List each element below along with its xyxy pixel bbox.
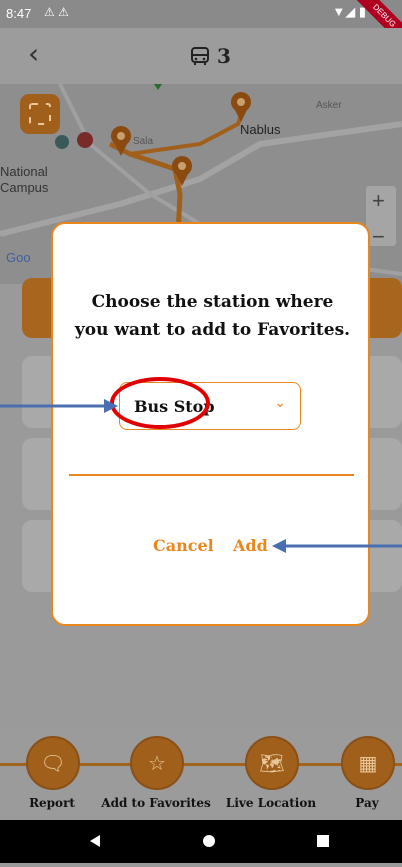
annotation-arrowhead [272, 539, 286, 553]
annotation-arrowhead [104, 399, 118, 413]
annotation-arrows [0, 399, 402, 553]
